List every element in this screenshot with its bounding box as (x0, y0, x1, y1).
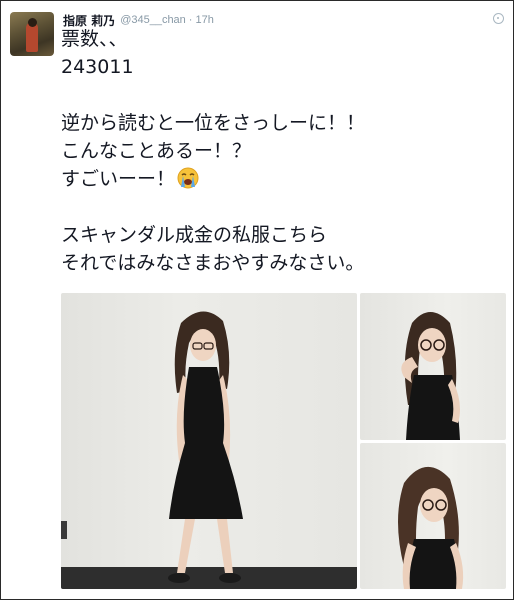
tweet-line: 逆から読むと一位をさっしーに！！ (61, 112, 366, 134)
person-portrait-illustration (398, 466, 464, 589)
tweet-line: スキャンダル成金の私服こちら (61, 224, 328, 246)
tweet-card: 指原 莉乃 @345__chan · 17h 票数、、 243011 逆から読む… (0, 0, 514, 600)
loudly-crying-face-icon (177, 167, 199, 189)
person-portrait-illustration (401, 312, 460, 440)
tweet-line: 243011 (61, 56, 134, 78)
tweet-line-text: すごいーー！ (61, 168, 176, 190)
media-grid (61, 293, 506, 589)
avatar[interactable] (10, 12, 54, 56)
tweet-line-with-emoji: すごいーー！ (61, 165, 501, 193)
photo-bottom-right[interactable] (360, 443, 506, 589)
photo-main[interactable] (61, 293, 357, 589)
globe-icon[interactable] (493, 13, 504, 24)
tweet-line: それではみなさまおやすみなさい。 (61, 252, 365, 274)
person-standing-illustration (168, 311, 243, 583)
tweet-line: こんなことあるー！？ (61, 140, 252, 162)
tweet-text: 票数、、 243011 逆から読むと一位をさっしーに！！ こんなことあるー！？ … (61, 25, 501, 277)
avatar-head (28, 18, 37, 27)
photo-top-right[interactable] (360, 293, 506, 440)
tweet-line: 票数、、 (61, 28, 128, 50)
